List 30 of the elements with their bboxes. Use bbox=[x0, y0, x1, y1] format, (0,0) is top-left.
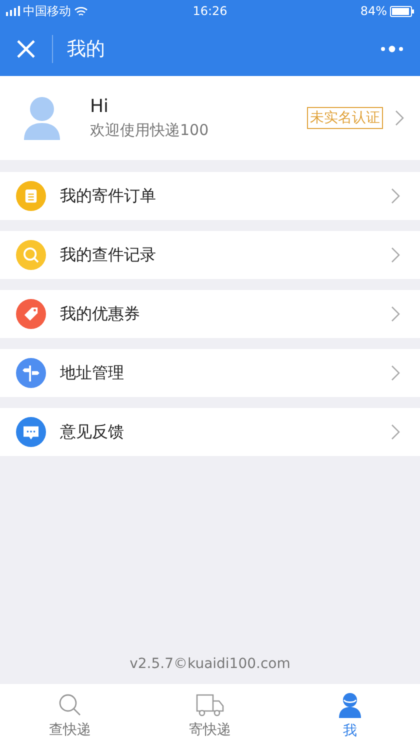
chevron-icon bbox=[391, 365, 400, 381]
menu-item[interactable]: 我的查件记录 bbox=[0, 231, 420, 279]
version-text: v2.5.7©kuaidi100.com bbox=[130, 656, 290, 672]
wifi-icon bbox=[74, 6, 88, 16]
welcome-text: 欢迎使用快递100 bbox=[90, 121, 210, 140]
chevron-icon bbox=[391, 306, 400, 322]
battery-percent: 84% bbox=[360, 4, 387, 18]
signal-icon bbox=[6, 6, 20, 16]
battery-icon bbox=[390, 6, 414, 16]
close-icon[interactable] bbox=[16, 39, 36, 59]
avatar-icon bbox=[24, 96, 60, 140]
chevron-icon bbox=[395, 110, 404, 126]
page-title: 我的 bbox=[67, 37, 106, 62]
menu-item[interactable]: 我的寄件订单 bbox=[0, 172, 420, 220]
truck-icon bbox=[196, 692, 224, 716]
menu-item[interactable]: 我的优惠券 bbox=[0, 290, 420, 338]
more-icon[interactable] bbox=[380, 45, 404, 53]
carrier-name: 中国移动 bbox=[23, 2, 71, 20]
chevron-icon bbox=[391, 247, 400, 263]
menu-item[interactable]: 地址管理 bbox=[0, 349, 420, 397]
user-icon bbox=[338, 692, 362, 718]
chevron-icon bbox=[391, 188, 400, 204]
chevron-icon bbox=[391, 424, 400, 440]
tab[interactable]: 寄快递 bbox=[140, 684, 280, 747]
status-time: 16:26 bbox=[192, 4, 228, 18]
menu-item[interactable]: 意见反馈 bbox=[0, 408, 420, 456]
tab[interactable]: 查快递 bbox=[0, 684, 140, 747]
greeting-text: Hi bbox=[90, 96, 110, 117]
search-icon bbox=[58, 692, 82, 716]
tab[interactable]: 我 bbox=[280, 684, 420, 747]
